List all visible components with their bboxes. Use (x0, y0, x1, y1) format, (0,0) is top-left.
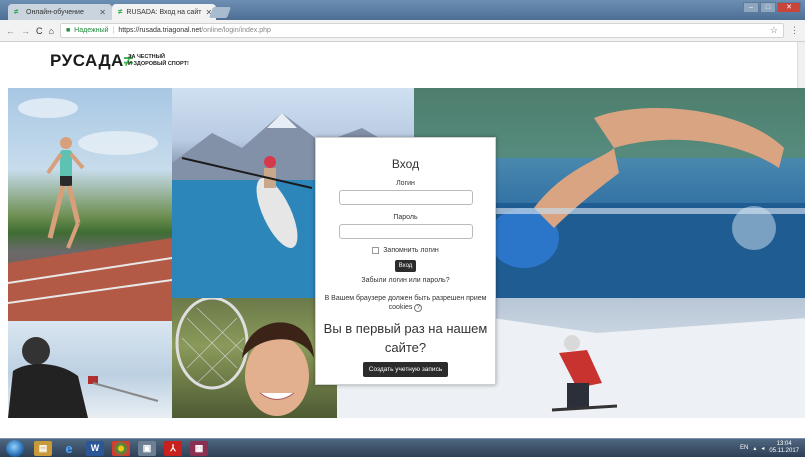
close-window-icon[interactable]: ✕ (777, 2, 801, 13)
rusada-logo[interactable]: РУСАДА≠ (50, 51, 134, 71)
first-time-heading: Вы в первый раз на нашем сайте? (323, 321, 488, 355)
url-separator: | (112, 27, 115, 34)
password-input[interactable] (338, 224, 473, 239)
lock-icon: ■ (65, 27, 71, 34)
create-account-button[interactable]: Создать учетную запись (362, 362, 449, 377)
back-icon[interactable]: ← (6, 26, 15, 36)
remember-row: Запомнить логин (316, 247, 495, 254)
browser-menu-icon[interactable]: ⋮ (790, 25, 799, 36)
chrome-icon[interactable] (112, 441, 130, 456)
tab-rusada-login[interactable]: ≠ RUSADA: Вход на сайт ✕ (112, 4, 216, 20)
app-window-icon[interactable]: ▣ (138, 441, 156, 456)
tab-online-learning[interactable]: ≠ Онлайн-обучение ✕ (8, 4, 112, 20)
tennis-photo (172, 298, 337, 418)
minimize-icon[interactable]: – (743, 2, 759, 13)
file-explorer-icon[interactable]: ▤ (34, 441, 52, 456)
start-button-icon[interactable] (6, 440, 24, 457)
home-icon[interactable]: ⌂ (49, 26, 54, 36)
clock-date: 05.11.2017 (769, 448, 799, 454)
username-label: Логин (396, 180, 415, 187)
close-tab-icon[interactable]: ✕ (99, 8, 106, 17)
url-host: https://rusada.triagonal.net (118, 27, 202, 34)
slogan-line: ЗА ЧЕСТНЫЙ (128, 54, 165, 60)
cookies-notice: В Вашем браузере должен быть разрешен пр… (316, 294, 495, 312)
login-panel: Вход Логин Пароль Запомнить логин Вход З… (315, 137, 496, 385)
site-favicon-icon: ≠ (118, 7, 123, 16)
remember-label[interactable]: Запомнить логин (383, 247, 439, 254)
browser-tab-strip: ≠ Онлайн-обучение ✕ ≠ RUSADA: Вход на са… (0, 0, 805, 20)
url-input[interactable]: ■ Надежный | https://rusada.triagonal.ne… (59, 23, 784, 38)
network-icon[interactable]: ▴ (753, 445, 756, 452)
address-bar: ← → C ⌂ ■ Надежный | https://rusada.tria… (0, 20, 805, 42)
bookmark-star-icon[interactable]: ☆ (770, 25, 778, 36)
remember-checkbox[interactable] (372, 247, 380, 254)
language-indicator[interactable]: EN (740, 445, 748, 451)
word-icon[interactable]: W (86, 441, 104, 456)
forgot-password-link[interactable]: Забыли логин или пароль? (316, 277, 495, 284)
url-path: /online/login/index.php (201, 27, 271, 34)
password-label: Пароль (393, 214, 418, 221)
system-tray: EN ▴ ◂ 13:04 05.11.2017 (740, 441, 799, 455)
cookies-notice-text: В Вашем браузере должен быть разрешен пр… (324, 295, 487, 311)
logo-text: РУСАДА (50, 51, 124, 70)
site-slogan: ЗА ЧЕСТНЫЙ И ЗДОРОВЫЙ СПОРТ! (128, 54, 189, 68)
reload-icon[interactable]: C (36, 26, 43, 36)
volume-icon[interactable]: ◂ (761, 445, 764, 452)
page-footer-strip (8, 418, 805, 438)
username-input[interactable] (338, 190, 473, 205)
slogan-line: И ЗДОРОВЫЙ СПОРТ! (128, 61, 189, 67)
login-button[interactable]: Вход (394, 260, 417, 272)
forward-icon[interactable]: → (21, 26, 30, 36)
screen: ≠ Онлайн-обучение ✕ ≠ RUSADA: Вход на са… (0, 0, 805, 457)
secure-label: Надежный (74, 27, 109, 34)
media-app-icon[interactable]: ▦ (190, 441, 208, 456)
internet-explorer-icon[interactable]: e (60, 441, 78, 456)
clock-time: 13:04 (776, 441, 792, 447)
site-header: РУСАДА≠ ЗА ЧЕСТНЫЙ И ЗДОРОВЫЙ СПОРТ! (0, 42, 805, 88)
windows-taskbar: ▤ e W ▣ ⅄ ▦ EN ▴ ◂ 13:04 05.11.2017 (0, 438, 805, 457)
pdf-reader-icon[interactable]: ⅄ (164, 441, 182, 456)
system-clock[interactable]: 13:04 05.11.2017 (769, 441, 799, 455)
new-tab-button[interactable] (208, 7, 232, 18)
runner-photo (8, 88, 172, 321)
login-title: Вход (391, 157, 420, 171)
skier-photo (8, 321, 172, 418)
site-favicon-icon: ≠ (14, 7, 19, 16)
url-text: https://rusada.triagonal.net/online/logi… (118, 27, 271, 34)
help-icon[interactable]: ? (414, 304, 423, 312)
maximize-icon[interactable]: □ (760, 2, 776, 13)
tab-label: RUSADA: Вход на сайт (126, 8, 202, 16)
window-controls: – □ ✕ (743, 2, 801, 13)
tab-label: Онлайн-обучение (26, 8, 84, 16)
